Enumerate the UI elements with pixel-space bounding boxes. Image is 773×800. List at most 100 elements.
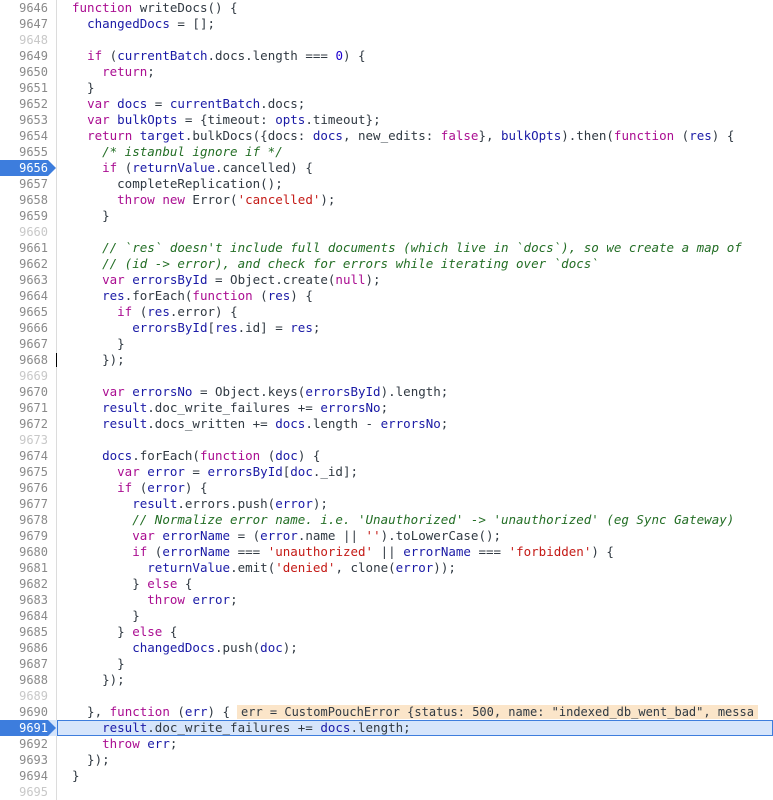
code-line[interactable]: 9655 /* istanbul ignore if */ [0, 144, 773, 160]
line-number[interactable]: 9651 [0, 80, 48, 96]
code-line[interactable]: 9695 [0, 784, 773, 800]
line-number[interactable]: 9682 [0, 576, 48, 592]
line-number[interactable]: 9692 [0, 736, 48, 752]
code-line[interactable]: 9683 throw error; [0, 592, 773, 608]
line-number[interactable]: 9674 [0, 448, 48, 464]
line-number[interactable]: 9687 [0, 656, 48, 672]
line-number[interactable]: 9670 [0, 384, 48, 400]
line-number[interactable]: 9666 [0, 320, 48, 336]
code-line[interactable]: 9647 changedDocs = []; [0, 16, 773, 32]
line-number[interactable]: 9669 [0, 368, 48, 384]
inline-variable-value[interactable]: err = CustomPouchError {status: 500, nam… [237, 705, 758, 719]
line-number[interactable]: 9690 [0, 704, 48, 720]
code-line[interactable]: 9646 function writeDocs() { [0, 0, 773, 16]
line-number[interactable]: 9680 [0, 544, 48, 560]
line-number[interactable]: 9683 [0, 592, 48, 608]
line-number[interactable]: 9688 [0, 672, 48, 688]
code-line[interactable]: 9677 result.errors.push(error); [0, 496, 773, 512]
code-line[interactable]: 9678 // Normalize error name. i.e. 'Unau… [0, 512, 773, 528]
code-line[interactable]: 9658 throw new Error('cancelled'); [0, 192, 773, 208]
line-number[interactable]: 9646 [0, 0, 48, 16]
code-line[interactable]: 9651 } [0, 80, 773, 96]
code-line[interactable]: 9663 var errorsById = Object.create(null… [0, 272, 773, 288]
line-number[interactable]: 9678 [0, 512, 48, 528]
line-number[interactable]: 9659 [0, 208, 48, 224]
line-number[interactable]: 9686 [0, 640, 48, 656]
line-number[interactable]: 9657 [0, 176, 48, 192]
line-number[interactable]: 9663 [0, 272, 48, 288]
code-line[interactable]: 9688 }); [0, 672, 773, 688]
line-number[interactable]: 9650 [0, 64, 48, 80]
code-line[interactable]: 9668 }); [0, 352, 773, 368]
code-line[interactable]: 9670 var errorsNo = Object.keys(errorsBy… [0, 384, 773, 400]
code-line[interactable]: 9680 if (errorName === 'unauthorized' ||… [0, 544, 773, 560]
line-number[interactable]: 9679 [0, 528, 48, 544]
code-line[interactable]: 9673 [0, 432, 773, 448]
line-number[interactable]: 9677 [0, 496, 48, 512]
code-line[interactable]: 9664 res.forEach(function (res) { [0, 288, 773, 304]
line-number[interactable]: 9648 [0, 32, 48, 48]
code-line[interactable]: 9654 return target.bulkDocs({docs: docs,… [0, 128, 773, 144]
code-line[interactable]: 9692 throw err; [0, 736, 773, 752]
code-line[interactable]: 9648 [0, 32, 773, 48]
line-number[interactable]: 9647 [0, 16, 48, 32]
code-line[interactable]: 9672 result.docs_written += docs.length … [0, 416, 773, 432]
line-number[interactable]: 9654 [0, 128, 48, 144]
code-line[interactable]: 9674 docs.forEach(function (doc) { [0, 448, 773, 464]
line-number[interactable]: 9671 [0, 400, 48, 416]
line-number[interactable]: 9655 [0, 144, 48, 160]
line-number[interactable]: 9658 [0, 192, 48, 208]
line-number[interactable]: 9672 [0, 416, 48, 432]
code-line[interactable]: 9650 return; [0, 64, 773, 80]
line-number[interactable]: 9673 [0, 432, 48, 448]
code-line[interactable]: 9689 [0, 688, 773, 704]
code-line[interactable]: 9679 var errorName = (error.name || '').… [0, 528, 773, 544]
code-line[interactable]: 9687 } [0, 656, 773, 672]
breakpoint-line-number[interactable]: 9656 [0, 160, 48, 176]
line-number[interactable]: 9685 [0, 624, 48, 640]
code-line[interactable]: 9681 returnValue.emit('denied', clone(er… [0, 560, 773, 576]
line-number[interactable]: 9689 [0, 688, 48, 704]
line-number[interactable]: 9649 [0, 48, 48, 64]
code-line[interactable]: 9676 if (error) { [0, 480, 773, 496]
breakpoint-line-number[interactable]: 9691 [0, 720, 48, 736]
breakpoint-marker-icon[interactable] [48, 720, 56, 736]
line-number[interactable]: 9693 [0, 752, 48, 768]
code-line[interactable]: 9686 changedDocs.push(doc); [0, 640, 773, 656]
line-number[interactable]: 9675 [0, 464, 48, 480]
code-line[interactable]: 9659 } [0, 208, 773, 224]
code-line[interactable]: 9657 completeReplication(); [0, 176, 773, 192]
line-number[interactable]: 9667 [0, 336, 48, 352]
code-line[interactable]: 9694} [0, 768, 773, 784]
line-number[interactable]: 9653 [0, 112, 48, 128]
line-number[interactable]: 9676 [0, 480, 48, 496]
code-line[interactable]: 9690 }, function (err) {err = CustomPouc… [0, 704, 773, 720]
line-number[interactable]: 9662 [0, 256, 48, 272]
code-line[interactable]: 9665 if (res.error) { [0, 304, 773, 320]
line-number[interactable]: 9665 [0, 304, 48, 320]
code-line[interactable]: 9666 errorsById[res.id] = res; [0, 320, 773, 336]
code-line[interactable]: 9661 // `res` doesn't include full docum… [0, 240, 773, 256]
code-line[interactable]: 9675 var error = errorsById[doc._id]; [0, 464, 773, 480]
code-line[interactable]: 9685 } else { [0, 624, 773, 640]
line-number[interactable]: 9660 [0, 224, 48, 240]
source-code-editor[interactable]: 9646 function writeDocs() {9647 changedDo… [0, 0, 773, 800]
code-line[interactable]: 9656 if (returnValue.cancelled) { [0, 160, 773, 176]
line-number[interactable]: 9661 [0, 240, 48, 256]
breakpoint-marker-icon[interactable] [48, 160, 56, 176]
code-line[interactable]: 9667 } [0, 336, 773, 352]
code-line[interactable]: 9649 if (currentBatch.docs.length === 0)… [0, 48, 773, 64]
code-line[interactable]: 9682 } else { [0, 576, 773, 592]
current-execution-line[interactable]: 9691 result.doc_write_failures += docs.l… [0, 720, 773, 736]
line-number[interactable]: 9695 [0, 784, 48, 800]
code-line[interactable]: 9662 // (id -> error), and check for err… [0, 256, 773, 272]
line-number[interactable]: 9681 [0, 560, 48, 576]
code-line[interactable]: 9693 }); [0, 752, 773, 768]
code-line[interactable]: 9652 var docs = currentBatch.docs; [0, 96, 773, 112]
line-number[interactable]: 9694 [0, 768, 48, 784]
line-number[interactable]: 9684 [0, 608, 48, 624]
code-line[interactable]: 9660 [0, 224, 773, 240]
line-number[interactable]: 9664 [0, 288, 48, 304]
code-line[interactable]: 9669 [0, 368, 773, 384]
code-line[interactable]: 9684 } [0, 608, 773, 624]
